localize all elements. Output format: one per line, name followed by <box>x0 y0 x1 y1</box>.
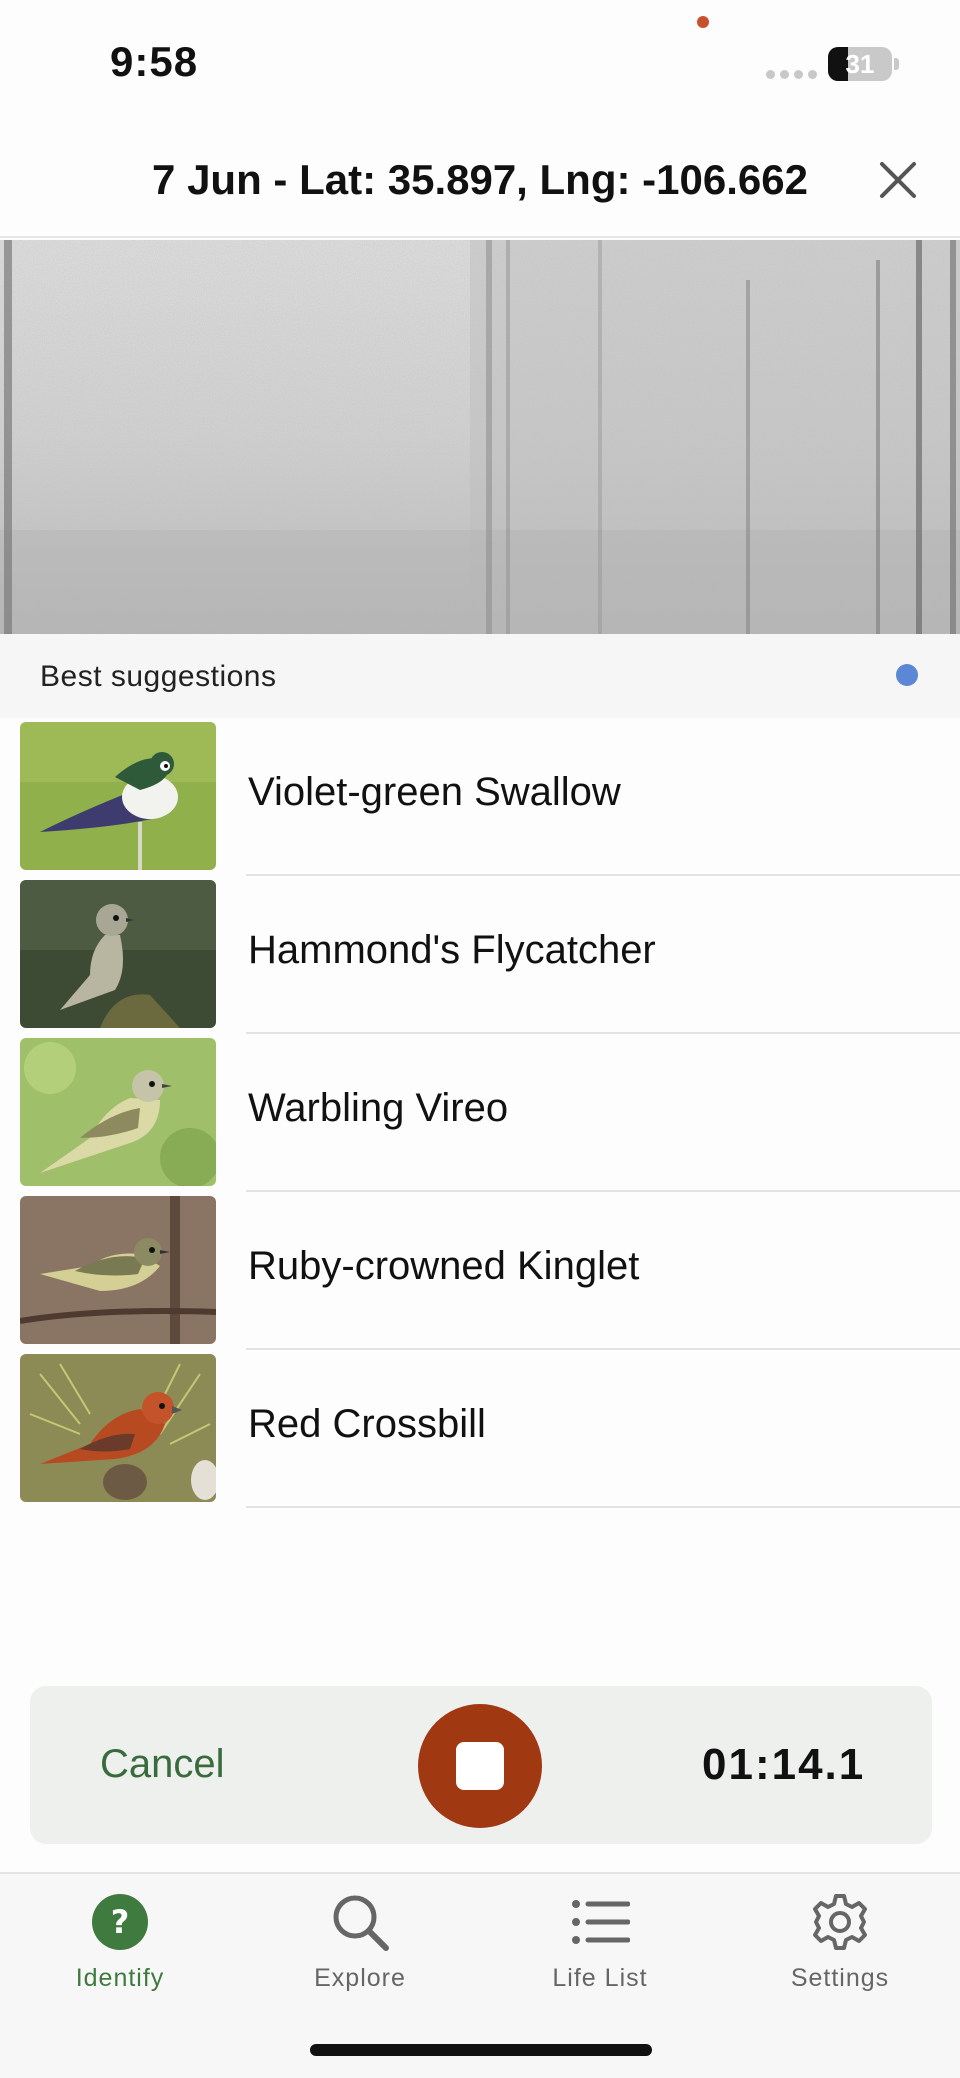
stop-recording-button[interactable] <box>418 1704 542 1828</box>
bird-thumbnail <box>20 1354 216 1502</box>
recording-header: 7 Jun - Lat: 35.897, Lng: -106.662 <box>0 130 960 238</box>
status-bar: 9:58 31 <box>0 0 960 120</box>
list-item[interactable]: Hammond's Flycatcher <box>0 876 960 1034</box>
species-name: Ruby-crowned Kinglet <box>248 1244 640 1288</box>
suggestions-title: Best suggestions <box>40 660 277 693</box>
page-title: 7 Jun - Lat: 35.897, Lng: -106.662 <box>152 156 808 203</box>
spectrogram <box>0 240 960 634</box>
species-name: Violet-green Swallow <box>248 770 621 814</box>
suggestions-list: Violet-green Swallow Hammond's Flycatche… <box>0 718 960 1508</box>
close-button[interactable] <box>872 154 924 206</box>
tab-settings[interactable]: Settings <box>740 1892 940 2012</box>
status-time: 9:58 <box>110 38 199 85</box>
species-name: Hammond's Flycatcher <box>248 928 656 972</box>
battery-icon: 31 <box>828 47 892 81</box>
question-circle-icon: ? <box>92 1894 148 1950</box>
tab-label: Settings <box>790 1964 890 1992</box>
bird-thumbnail <box>20 1038 216 1186</box>
close-icon <box>880 162 916 198</box>
cancel-button[interactable]: Cancel <box>100 1742 225 1787</box>
list-icon <box>572 1900 630 1944</box>
battery-percentage: 31 <box>845 49 875 79</box>
tab-label: Identify <box>75 1964 165 1992</box>
species-name: Red Crossbill <box>248 1402 486 1446</box>
svg-text:?: ? <box>111 1903 130 1941</box>
search-icon <box>333 1895 389 1951</box>
list-item[interactable]: Violet-green Swallow <box>0 718 960 876</box>
gear-icon <box>813 1894 867 1950</box>
recording-controls: Cancel 01:14.1 <box>30 1686 932 1844</box>
tab-explore[interactable]: Explore <box>260 1892 460 2012</box>
recording-indicator-dot <box>697 16 709 28</box>
list-item[interactable]: Ruby-crowned Kinglet <box>0 1192 960 1350</box>
tab-identify[interactable]: ? Identify <box>20 1892 220 2012</box>
tab-life-list[interactable]: Life List <box>500 1892 700 2012</box>
home-indicator <box>310 2044 652 2056</box>
tab-label: Life List <box>552 1964 648 1992</box>
elapsed-timer: 01:14.1 <box>702 1740 866 1789</box>
suggestions-header: Best suggestions <box>0 634 960 718</box>
stop-icon <box>456 1742 504 1790</box>
list-item[interactable]: Red Crossbill <box>0 1350 960 1508</box>
bird-thumbnail <box>20 722 216 870</box>
species-name: Warbling Vireo <box>248 1086 509 1130</box>
tab-label: Explore <box>314 1964 406 1992</box>
bird-thumbnail <box>20 1196 216 1344</box>
bird-thumbnail <box>20 880 216 1028</box>
cellular-signal-icon <box>766 70 817 79</box>
list-item[interactable]: Warbling Vireo <box>0 1034 960 1192</box>
status-dot <box>896 664 918 686</box>
